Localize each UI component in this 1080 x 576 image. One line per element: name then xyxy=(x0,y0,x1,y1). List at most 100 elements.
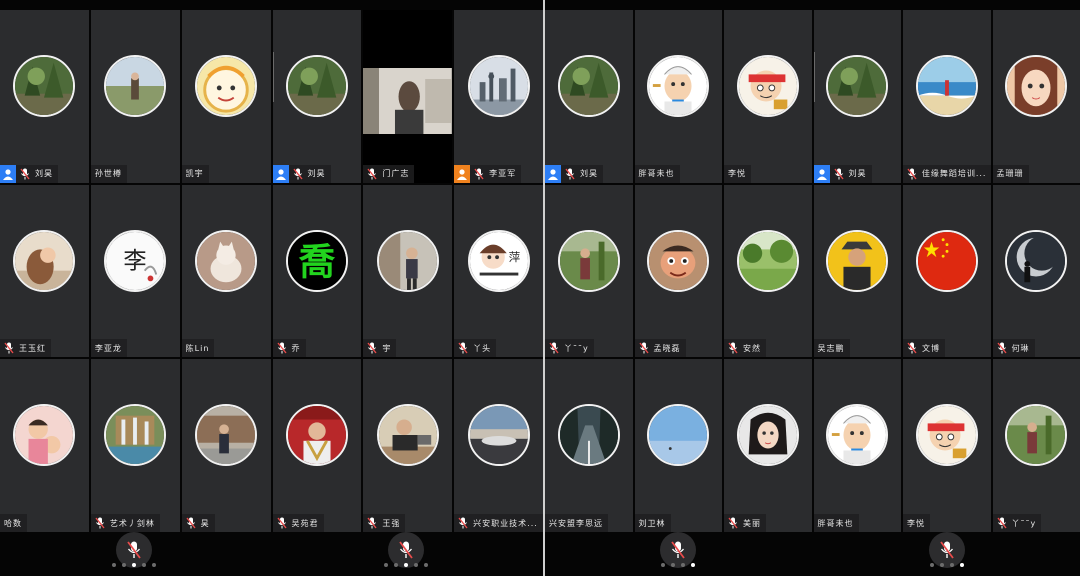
participant-tile[interactable]: 萍丫头 xyxy=(454,184,543,358)
participant-tile[interactable]: 王强 xyxy=(363,359,453,532)
participant-tile[interactable]: 美丽 xyxy=(724,359,812,532)
participant-tile[interactable]: 凯宇 xyxy=(181,10,271,183)
participant-tile[interactable]: 李亚军 xyxy=(454,10,543,183)
participant-tile[interactable]: 门广志 xyxy=(363,10,453,183)
mic-muted-icon xyxy=(3,341,15,355)
page-dot[interactable] xyxy=(384,563,388,567)
participant-tile[interactable]: 宇 xyxy=(363,184,453,358)
svg-text:萍: 萍 xyxy=(508,250,520,264)
page-dot[interactable] xyxy=(112,563,116,567)
page-dot[interactable] xyxy=(960,563,964,567)
participant-label: 李亚军 xyxy=(454,164,522,183)
participant-name: 何琳 xyxy=(1011,343,1030,353)
page-dot[interactable] xyxy=(940,563,944,567)
host-icon xyxy=(545,164,561,183)
mic-muted-icon xyxy=(366,516,378,530)
mic-muted-icon xyxy=(996,341,1008,355)
mic-muted-icon xyxy=(276,341,288,355)
participant-avatar: 萍 xyxy=(467,229,530,292)
page-dot[interactable] xyxy=(122,563,126,567)
participant-tile[interactable]: 刘昊 xyxy=(0,10,89,183)
right-screen: 刘昊 胖哥未也 李悦 刘昊 佳缘舞蹈培训... 孟珊珊 丫˜˜y 孟晓磊 安然 吴志鹏 文博 何琳 兴安… xyxy=(545,0,1080,576)
participant-tile[interactable]: 孟晓磊 xyxy=(634,184,722,358)
participant-tile[interactable]: 佳缘舞蹈培训... xyxy=(903,10,991,183)
page-dot[interactable] xyxy=(424,563,428,567)
participant-label: 安然 xyxy=(724,339,766,358)
participant-tile[interactable]: 孙世樽 xyxy=(90,10,180,183)
participant-tile[interactable]: 文博 xyxy=(903,184,991,358)
participant-name: 李亚军 xyxy=(489,169,517,179)
svg-text:喬: 喬 xyxy=(299,240,336,283)
mic-muted-icon xyxy=(399,541,413,559)
participant-tile[interactable]: 刘昊 xyxy=(813,10,901,183)
page-dot[interactable] xyxy=(394,563,398,567)
participant-avatar xyxy=(826,404,889,467)
page-dot[interactable] xyxy=(404,563,408,567)
participant-tile[interactable]: 昊 xyxy=(181,359,271,532)
page-dot[interactable] xyxy=(671,563,675,567)
participant-tile[interactable]: 吴苑君 xyxy=(272,359,362,532)
mic-muted-icon xyxy=(940,541,954,559)
participant-video xyxy=(363,68,453,134)
participant-name: 刘昊 xyxy=(848,169,867,179)
participant-label: 文博 xyxy=(903,339,945,358)
participant-tile[interactable]: 胖哥未也 xyxy=(634,10,722,183)
page-dot[interactable] xyxy=(681,563,685,567)
participant-tile[interactable]: 丫˜˜y xyxy=(545,184,633,358)
participant-tile[interactable]: 刘昊 xyxy=(545,10,633,183)
page-dot[interactable] xyxy=(950,563,954,567)
participant-label: 孙世樽 xyxy=(90,164,127,183)
participant-label: 胖哥未也 xyxy=(813,514,859,532)
page-indicator xyxy=(112,563,156,567)
participant-avatar xyxy=(915,404,978,467)
page-dot[interactable] xyxy=(142,563,146,567)
participant-avatar xyxy=(376,404,439,467)
participant-avatar xyxy=(13,404,76,467)
participant-avatar xyxy=(104,404,167,467)
participant-tile[interactable]: 哈数 xyxy=(0,359,89,532)
page-dot[interactable] xyxy=(661,563,665,567)
participant-tile[interactable]: 李悦 xyxy=(903,359,991,532)
participant-avatar xyxy=(557,54,620,117)
participant-tile[interactable]: 兴安职业技术... xyxy=(454,359,543,532)
participant-avatar xyxy=(557,404,620,467)
page-dot[interactable] xyxy=(132,563,136,567)
participant-tile[interactable]: 李悦 xyxy=(724,10,812,183)
page-dot[interactable] xyxy=(414,563,418,567)
participant-label: 兴安盟李思远 xyxy=(545,514,608,532)
participant-name: 胖哥未也 xyxy=(817,518,854,528)
participant-tile[interactable]: 刘昊 xyxy=(272,10,362,183)
participant-name: 孙世樽 xyxy=(94,169,122,179)
participant-tile[interactable]: 何琳 xyxy=(992,184,1080,358)
participant-tile[interactable]: 孟珊珊 xyxy=(992,10,1080,183)
page-dot[interactable] xyxy=(930,563,934,567)
participant-name: 文博 xyxy=(922,343,940,353)
participant-label: 胖哥未也 xyxy=(634,164,680,183)
participant-tile[interactable]: 王玉红 xyxy=(0,184,89,358)
participant-tile[interactable]: 艺术丿剑林 xyxy=(90,359,180,532)
participant-tile[interactable]: 吴志鹏 xyxy=(813,184,901,358)
participant-name: 门广志 xyxy=(382,169,410,179)
participant-tile[interactable]: 胖哥未也 xyxy=(813,359,901,532)
participant-tile[interactable]: 陈Lin xyxy=(181,184,271,358)
page-indicator xyxy=(930,563,964,567)
participant-label: 兴安职业技术... xyxy=(454,514,543,532)
participant-avatar xyxy=(647,54,710,117)
participant-tile[interactable]: 刘卫林 xyxy=(634,359,722,532)
participant-tile[interactable]: 安然 xyxy=(724,184,812,358)
page-dot[interactable] xyxy=(152,563,156,567)
mic-muted-icon xyxy=(366,341,378,355)
page-dot[interactable] xyxy=(691,563,695,567)
participant-tile[interactable]: 喬乔 xyxy=(272,184,362,358)
participant-tile[interactable]: 李李亚龙 xyxy=(90,184,180,358)
participant-tile[interactable]: 兴安盟李思远 xyxy=(545,359,633,532)
participant-name: 吴苑君 xyxy=(291,518,319,528)
host-icon xyxy=(813,164,830,183)
participant-label: 凯宇 xyxy=(181,164,209,183)
mic-muted-icon xyxy=(292,167,304,181)
participant-label: 丫˜˜y xyxy=(992,514,1042,532)
participant-name: 兴安盟李思远 xyxy=(549,518,603,528)
participant-name: 凯宇 xyxy=(185,169,204,179)
participant-tile[interactable]: 丫˜˜y xyxy=(992,359,1080,532)
mic-muted-icon xyxy=(127,541,141,559)
